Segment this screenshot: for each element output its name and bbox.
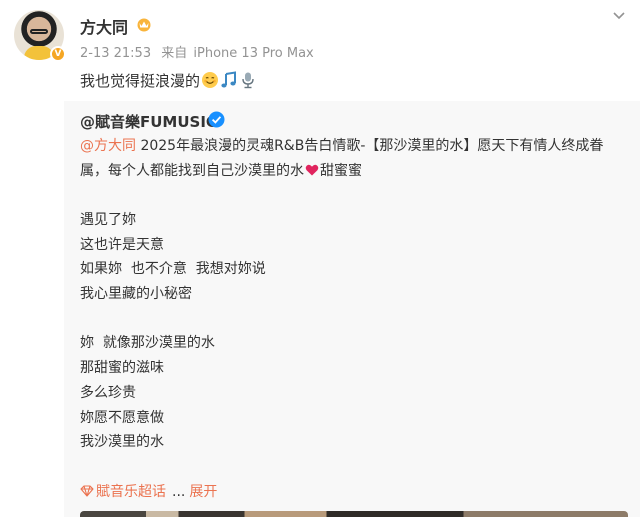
diamond-icon	[80, 485, 94, 497]
lyric-line: 那甜蜜的滋味	[80, 360, 164, 377]
verified-badge-icon: V	[50, 46, 66, 62]
lyrics-block: 遇见了妳 这也许是天意 如果妳 也不介意 我想对妳说 我心里藏的小秘密 妳 就像…	[80, 208, 266, 455]
post-meta: 2-13 21:53 来自 iPhone 13 Pro Max	[80, 42, 314, 61]
repost-footer: 賦音乐超话... 展开	[80, 481, 217, 501]
music-note-emoji-icon	[221, 71, 237, 88]
lyric-line: 如果妳 也不介意 我想对妳说	[80, 261, 266, 278]
post-text: 我也觉得挺浪漫的	[80, 70, 257, 91]
post-text-content: 我也觉得挺浪漫的	[80, 72, 201, 90]
repost-body-text-end: 甜蜜蜜	[320, 163, 362, 179]
mention-link[interactable]: @方大同	[80, 138, 136, 154]
lyric-spacer	[80, 307, 266, 332]
lyric-line: 妳愿不愿意做	[80, 409, 164, 426]
heart-icon	[305, 164, 319, 176]
lyric-line: 多么珍贵	[80, 384, 136, 401]
microphone-emoji-icon	[242, 72, 254, 89]
username[interactable]: 方大同	[80, 14, 128, 38]
weibo-post: V 方大同 2-13 21:53 来自 iPhone 13 Pro Max 我也…	[0, 0, 640, 517]
repost-body: @方大同 2025年最浪漫的灵魂R&B告白情歌-【那沙漠里的水】愿天下有情人终成…	[80, 134, 628, 184]
lyric-line: 我沙漠里的水	[80, 434, 164, 451]
super-topic-link[interactable]: 賦音乐超话	[96, 484, 166, 500]
smiling-face-emoji-icon	[202, 72, 219, 88]
lyric-line: 这也许是天意	[80, 236, 164, 253]
post-date[interactable]: 2-13 21:53	[80, 46, 151, 61]
repost-author[interactable]: @賦音樂FUMUSIC	[80, 111, 217, 132]
lyric-line: 我心里藏的小秘密	[80, 286, 192, 303]
lyric-line: 妳 就像那沙漠里的水	[80, 335, 215, 352]
post-device: iPhone 13 Pro Max	[193, 46, 314, 61]
expand-link[interactable]: 展开	[189, 484, 217, 500]
avatar-glasses	[30, 29, 48, 34]
post-source-prefix: 来自	[161, 46, 188, 61]
repost-card[interactable]: @賦音樂FUMUSIC @方大同 2025年最浪漫的灵魂R&B告白情歌-【那沙漠…	[64, 101, 640, 517]
blue-verified-icon	[208, 111, 225, 128]
crown-icon	[137, 18, 151, 32]
ellipsis: ...	[172, 484, 186, 500]
media-thumbnail[interactable]	[80, 511, 628, 517]
chevron-down-icon[interactable]	[612, 10, 626, 20]
lyric-line: 遇见了妳	[80, 212, 136, 228]
